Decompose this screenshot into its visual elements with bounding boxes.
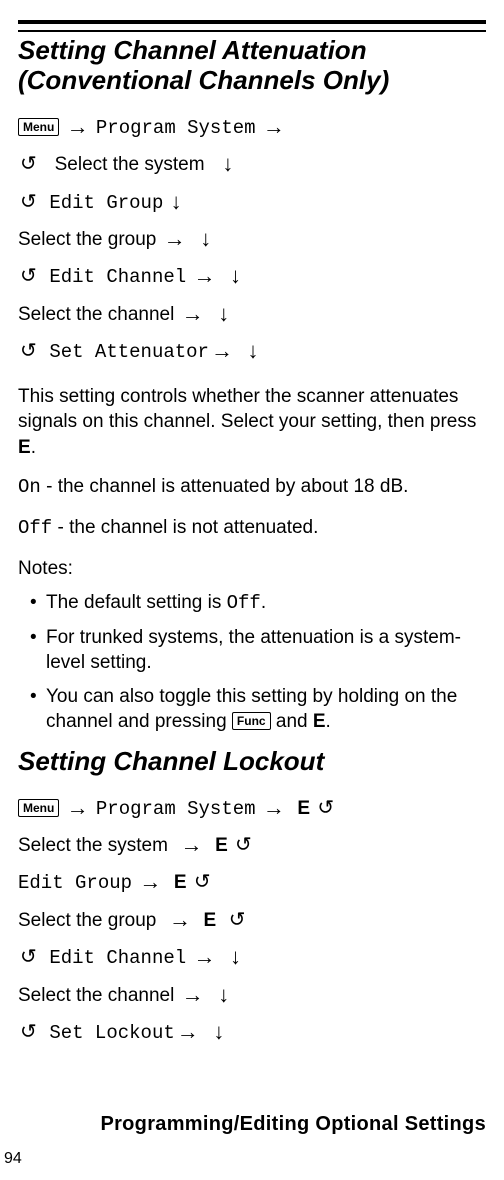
arrow-right-icon: → [191, 263, 217, 288]
arrow-right-icon: → [191, 944, 217, 969]
cycle-icon: ↺ [227, 903, 248, 937]
nav-text: Edit Group [49, 192, 163, 214]
arrow-down-icon: ↓ [216, 301, 231, 326]
arrow-down-icon: ↓ [220, 151, 235, 176]
arrow-down-icon: ↓ [228, 263, 243, 288]
menu-key-icon: Menu [18, 799, 59, 817]
nav-block-lockout: Menu → Program System → E ↺ Select the s… [18, 789, 486, 1051]
arrow-down-icon: ↓ [228, 944, 243, 969]
page: Setting Channel Attenuation (Conventiona… [0, 0, 504, 1180]
nav-line: Menu → Program System → E ↺ [18, 789, 486, 826]
code-on: On [18, 476, 41, 498]
arrow-right-icon: → [209, 338, 235, 363]
code-off: Off [18, 517, 52, 539]
arrow-down-icon: ↓ [198, 226, 213, 251]
note-item: For trunked systems, the attenuation is … [30, 626, 486, 675]
arrow-down-icon: ↓ [169, 189, 184, 214]
func-key-icon: Func [232, 712, 271, 730]
menu-key-icon: Menu [18, 118, 59, 136]
arrow-right-icon: → [137, 869, 163, 894]
horizontal-rule-thin [18, 30, 486, 32]
cycle-icon: ↺ [18, 334, 39, 368]
nav-text: Set Attenuator [49, 341, 209, 363]
text: . [261, 592, 266, 613]
text: . [326, 711, 331, 732]
cycle-icon: ↺ [18, 940, 39, 974]
nav-line: Select the group → ↓ [18, 220, 486, 257]
nav-text: Select the system [55, 154, 205, 175]
cycle-icon: ↺ [18, 147, 39, 181]
text: and [276, 711, 313, 732]
arrow-right-icon: → [162, 226, 188, 251]
nav-text: Select the channel [18, 304, 174, 325]
text: The default setting is [46, 592, 227, 613]
arrow-right-icon: → [167, 907, 193, 932]
nav-text: Select the group [18, 229, 156, 250]
text: - the channel is not attenuated. [52, 517, 318, 538]
note-item: You can also toggle this setting by hold… [30, 685, 486, 734]
arrow-down-icon: ↓ [211, 1019, 226, 1044]
nav-line: Select the channel → ↓ [18, 295, 486, 332]
cycle-icon: ↺ [233, 828, 254, 862]
arrow-right-icon: → [65, 795, 91, 820]
nav-line: ↺ Set Lockout→ ↓ [18, 1013, 486, 1050]
nav-line: Select the group → E ↺ [18, 901, 486, 938]
key-E: E [313, 711, 326, 732]
text: . [31, 437, 36, 458]
arrow-right-icon: → [261, 795, 287, 820]
nav-text: Edit Channel [49, 266, 186, 288]
nav-line: Edit Group → E ↺ [18, 863, 486, 900]
cycle-icon: ↺ [18, 185, 39, 219]
paragraph-off: Off - the channel is not attenuated. [18, 515, 486, 542]
nav-text: Edit Channel [49, 947, 186, 969]
cycle-icon: ↺ [18, 259, 39, 293]
arrow-right-icon: → [65, 114, 91, 139]
note-item: The default setting is Off. [30, 591, 486, 616]
nav-text: Select the system [18, 835, 168, 856]
nav-text: Edit Group [18, 872, 132, 894]
cycle-icon: ↺ [18, 1015, 39, 1049]
key-E: E [174, 872, 187, 893]
paragraph-on: On - the channel is attenuated by about … [18, 474, 486, 501]
arrow-down-icon: ↓ [246, 338, 261, 363]
key-E: E [215, 835, 228, 856]
arrow-right-icon: → [180, 301, 206, 326]
nav-line: Select the channel → ↓ [18, 976, 486, 1013]
arrow-right-icon: → [180, 982, 206, 1007]
nav-line: ↺ Edit Channel → ↓ [18, 938, 486, 975]
key-E: E [18, 437, 31, 458]
text: This setting controls whether the scanne… [18, 386, 476, 433]
footer-title: Programming/Editing Optional Settings [100, 1113, 486, 1136]
nav-text: Program System [96, 798, 256, 820]
nav-text: Select the group [18, 910, 156, 931]
nav-line: Menu → Program System → [18, 108, 486, 145]
arrow-right-icon: → [261, 114, 287, 139]
paragraph: This setting controls whether the scanne… [18, 384, 486, 461]
arrow-right-icon: → [179, 832, 205, 857]
nav-text: Program System [96, 117, 256, 139]
notes-list: The default setting is Off. For trunked … [18, 591, 486, 734]
text: - the channel is attenuated by about 18 … [41, 476, 409, 497]
code-off: Off [227, 592, 261, 614]
nav-line: ↺ Edit Group ↓ [18, 183, 486, 220]
page-number: 94 [4, 1150, 22, 1168]
horizontal-rule-thick [18, 20, 486, 24]
section-title-lockout: Setting Channel Lockout [18, 747, 486, 777]
notes-label: Notes: [18, 556, 486, 582]
section-title-attenuation: Setting Channel Attenuation (Conventiona… [18, 36, 486, 96]
nav-text: Set Lockout [49, 1022, 174, 1044]
cycle-icon: ↺ [315, 791, 336, 825]
nav-line: ↺ Set Attenuator→ ↓ [18, 332, 486, 369]
arrow-down-icon: ↓ [216, 982, 231, 1007]
cycle-icon: ↺ [192, 865, 213, 899]
arrow-right-icon: → [175, 1019, 201, 1044]
nav-line: ↺ Edit Channel → ↓ [18, 257, 486, 294]
nav-block-attenuation: Menu → Program System → ↺ Select the sys… [18, 108, 486, 370]
nav-line: ↺ Select the system ↓ [18, 145, 486, 182]
nav-text: Select the channel [18, 985, 174, 1006]
key-E: E [204, 910, 217, 931]
key-E: E [297, 798, 310, 819]
text: For trunked systems, the attenuation is … [46, 627, 461, 673]
nav-line: Select the system → E ↺ [18, 826, 486, 863]
